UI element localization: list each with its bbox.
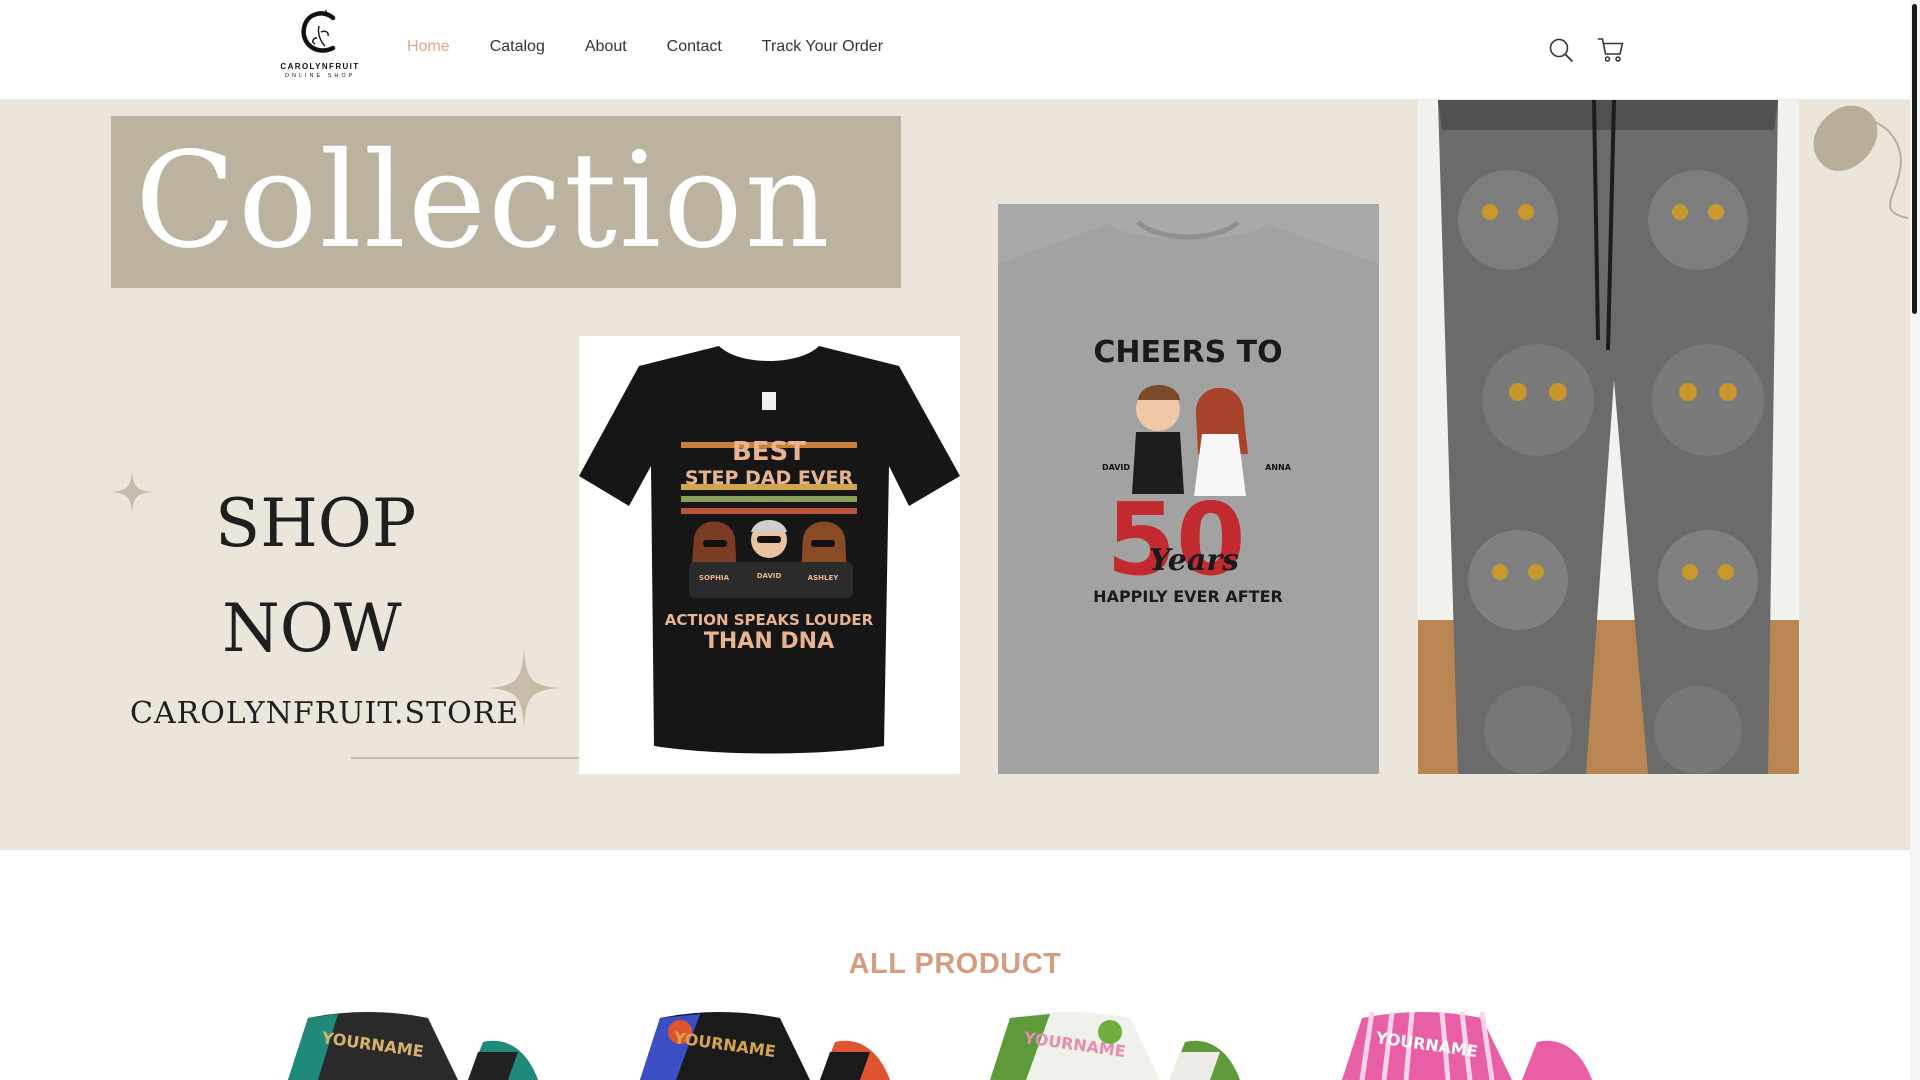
product-thumb-1[interactable]: YOURNAME [268,1012,568,1080]
nav-about[interactable]: About [585,38,627,56]
hero-product-black-tee[interactable]: BEST STEP DAD EVER SOPHIA DAVID ASHLEY A… [579,336,960,774]
collection-heading-box: Collection [111,116,901,288]
shirt1-name-3: ASHLEY [808,574,840,582]
nav-track-order[interactable]: Track Your Order [762,38,883,56]
search-button[interactable] [1548,37,1574,63]
collection-heading: Collection [135,124,832,278]
product-thumb-3[interactable]: YOURNAME [970,1012,1270,1080]
shop-now-line-1: SHOP [215,485,417,562]
shirt2-word: Years [1149,543,1239,578]
jersey-white-tropical-image: YOURNAME [990,1012,1240,1080]
store-url-text: CAROLYNFRUIT.STORE [130,696,520,731]
nav-contact[interactable]: Contact [667,38,722,56]
decorative-blob-shape [1813,105,1909,219]
jersey-pink-stripe-image: YOURNAME [1342,1012,1592,1080]
nav-catalog[interactable]: Catalog [490,38,545,56]
shirt2-number: 50 [1106,481,1245,598]
shirt1-line2: STEP DAD EVER [685,467,854,489]
decorative-divider [351,757,581,759]
cart-button[interactable] [1597,37,1625,63]
product-thumb-4[interactable]: YOURNAME [1322,1012,1622,1080]
logo-mark-icon [301,9,336,53]
shirt1-line4: THAN DNA [704,629,834,654]
shop-now-line-2: NOW [222,590,402,667]
site-header: CAROLYNFRUIT ONLINE SHOP Home Catalog Ab… [0,0,1910,100]
shirt2-line1: CHEERS TO [1093,335,1282,370]
shirt2-line2: HAPPILY EVER AFTER [1093,587,1283,606]
page-scrollbar[interactable] [1910,0,1920,1080]
main-nav: Home Catalog About Contact Track Your Or… [407,38,923,56]
sparkle-small-icon [110,470,154,514]
shirt1-name-2: DAVID [757,572,782,580]
hero-product-grey-tee[interactable]: CHEERS TO DAVID ANNA 50 Years HAPPILY EV… [998,204,1379,774]
grey-tshirt-image: CHEERS TO DAVID ANNA 50 Years HAPPILY EV… [998,204,1379,774]
brand-logo[interactable]: CAROLYNFRUIT ONLINE SHOP [274,8,366,88]
logo-tagline: ONLINE SHOP [284,73,356,79]
search-icon [1549,38,1573,62]
hero-product-cat-pants[interactable] [1418,100,1799,774]
scrollbar-thumb[interactable] [1912,4,1917,314]
shirt1-name-1: SOPHIA [699,574,730,582]
shirt1-line1: BEST [732,437,806,467]
jersey-black-floral-image: YOURNAME [288,1012,538,1080]
shirt1-line3: ACTION SPEAKS LOUDER [665,611,874,629]
all-product-heading: ALL PRODUCT [848,948,1062,980]
black-tshirt-image: BEST STEP DAD EVER SOPHIA DAVID ASHLEY A… [579,346,960,754]
nav-home[interactable]: Home [407,38,450,56]
jersey-colorful-floral-image: YOURNAME [640,1012,890,1080]
shirt2-name-1: DAVID [1102,463,1130,472]
cat-pants-image [1418,100,1799,774]
shirt2-name-2: ANNA [1265,463,1292,472]
logo-name: CAROLYNFRUIT [280,62,360,71]
hero-banner[interactable]: Collection SHOP NOW CAROLYNFRUIT.STORE B… [0,100,1910,850]
cart-icon [1597,38,1624,62]
product-thumb-2[interactable]: YOURNAME [620,1012,920,1080]
